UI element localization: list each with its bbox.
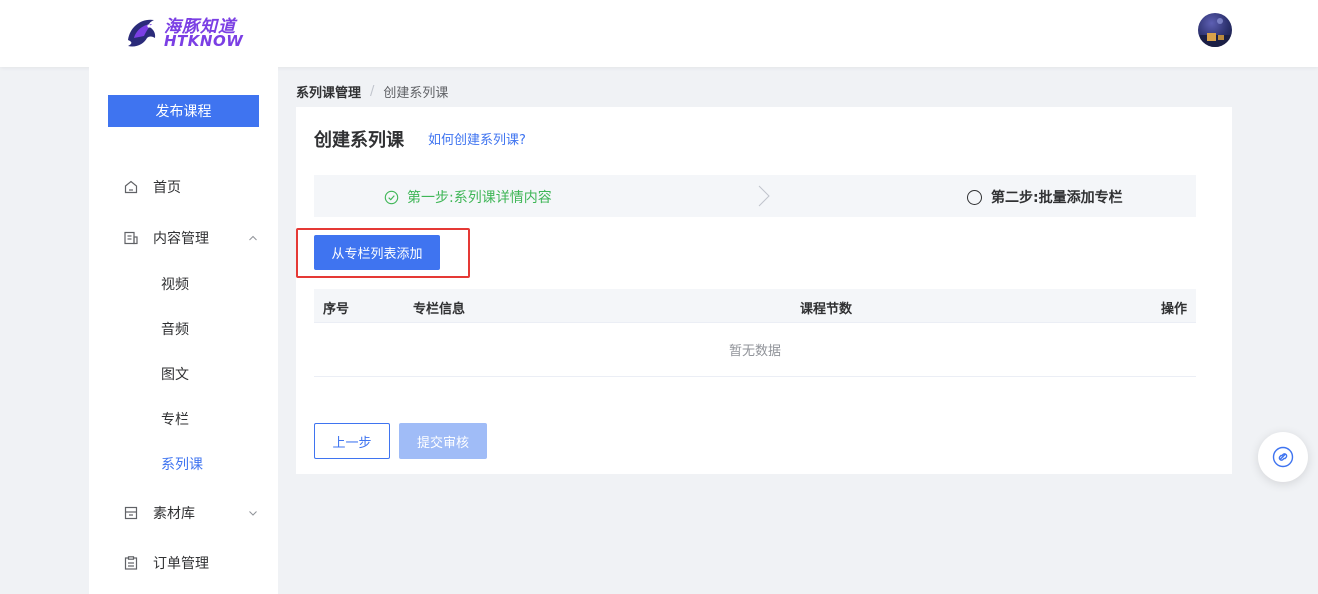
folder-icon bbox=[124, 506, 138, 520]
previous-step-button[interactable]: 上一步 bbox=[314, 423, 390, 459]
sidebar-item-label: 首页 bbox=[153, 180, 181, 196]
step-circle-icon bbox=[967, 189, 982, 205]
help-link[interactable]: 如何创建系列课? bbox=[428, 129, 526, 148]
column-header-index: 序号 bbox=[323, 302, 350, 317]
submit-review-button[interactable]: 提交审核 bbox=[399, 423, 487, 459]
table-header: 序号 专栏信息 课程节数 操作 bbox=[314, 289, 1196, 323]
breadcrumb: 系列课管理 / 创建系列课 bbox=[296, 82, 448, 101]
step-2: 第二步:批量添加专栏 bbox=[967, 187, 1123, 207]
avatar[interactable] bbox=[1198, 13, 1232, 47]
steps-bar: 第一步:系列课详情内容 第二步:批量添加专栏 bbox=[314, 175, 1196, 217]
page-title: 创建系列课 bbox=[314, 130, 404, 151]
step-1: 第一步:系列课详情内容 bbox=[384, 187, 552, 207]
column-header-info: 专栏信息 bbox=[413, 302, 466, 317]
home-icon bbox=[124, 180, 138, 194]
sidebar-subitem-video[interactable]: 视频 bbox=[89, 264, 278, 304]
breadcrumb-item-current: 创建系列课 bbox=[383, 86, 449, 101]
sidebar-item-home[interactable]: 首页 bbox=[89, 167, 278, 207]
sidebar-subitem-article[interactable]: 图文 bbox=[89, 354, 278, 394]
link-icon bbox=[1272, 446, 1294, 468]
sidebar-subitem-series[interactable]: 系列课 bbox=[89, 444, 278, 484]
content-icon bbox=[124, 231, 138, 245]
sidebar-subitem-label: 系列课 bbox=[161, 457, 203, 473]
sidebar-item-label: 订单管理 bbox=[153, 556, 209, 572]
sidebar-subitem-audio[interactable]: 音频 bbox=[89, 309, 278, 349]
chevron-right-icon bbox=[758, 185, 770, 207]
step-1-label: 第一步:系列课详情内容 bbox=[407, 190, 552, 206]
column-table: 序号 专栏信息 课程节数 操作 暂无数据 bbox=[314, 289, 1196, 377]
sidebar-item-materials[interactable]: 素材库 bbox=[89, 493, 278, 533]
sidebar-subitem-label: 视频 bbox=[161, 277, 189, 293]
column-header-actions: 操作 bbox=[1160, 302, 1187, 317]
sidebar-item-label: 内容管理 bbox=[153, 231, 209, 247]
sidebar-item-label: 素材库 bbox=[153, 506, 195, 522]
sidebar-subitem-label: 专栏 bbox=[161, 412, 189, 428]
breadcrumb-separator: / bbox=[370, 84, 375, 99]
avatar-image-icon bbox=[1200, 18, 1230, 47]
dolphin-logo-icon bbox=[128, 19, 156, 47]
floating-link-button[interactable] bbox=[1258, 432, 1308, 482]
sidebar: 发布课程 首页 内容管理 视频 音频 图文 专栏 系列课 素材库 订单管理 bbox=[89, 67, 278, 594]
sidebar-subitem-column[interactable]: 专栏 bbox=[89, 399, 278, 439]
sidebar-subitem-label: 图文 bbox=[161, 367, 189, 383]
main-card: 创建系列课 如何创建系列课? 第一步:系列课详情内容 第二步:批量添加专栏 从专… bbox=[296, 107, 1232, 474]
chevron-up-icon bbox=[249, 235, 257, 241]
step-2-label: 第二步:批量添加专栏 bbox=[991, 190, 1123, 206]
add-from-column-list-button[interactable]: 从专栏列表添加 bbox=[314, 235, 440, 270]
breadcrumb-item-series-management[interactable]: 系列课管理 bbox=[296, 82, 361, 101]
sidebar-item-orders[interactable]: 订单管理 bbox=[89, 543, 278, 583]
table-empty-state: 暂无数据 bbox=[314, 323, 1196, 377]
column-header-lesson-count: 课程节数 bbox=[800, 302, 853, 317]
sidebar-item-content[interactable]: 内容管理 bbox=[89, 218, 278, 258]
chevron-down-icon bbox=[249, 511, 257, 516]
top-header: 海豚知道 HTKNOW bbox=[0, 0, 1318, 67]
check-circle-icon bbox=[384, 190, 399, 204]
publish-course-button[interactable]: 发布课程 bbox=[108, 95, 259, 127]
sidebar-subitem-label: 音频 bbox=[161, 322, 189, 338]
logo-text-en: HTKNOW bbox=[164, 32, 244, 50]
logo[interactable]: 海豚知道 HTKNOW bbox=[122, 10, 244, 54]
clipboard-icon bbox=[124, 556, 138, 570]
